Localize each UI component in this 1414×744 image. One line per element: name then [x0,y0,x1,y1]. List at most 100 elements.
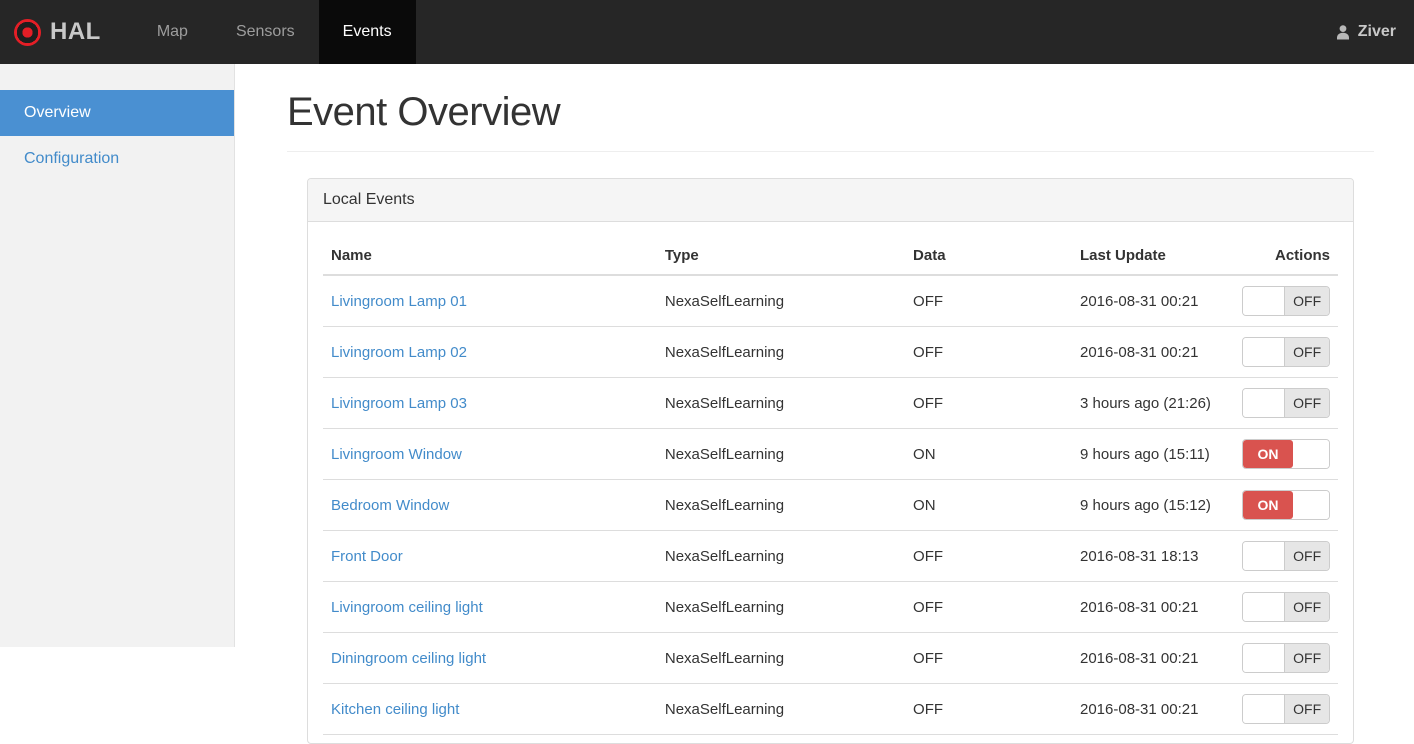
column-header-name: Name [323,237,657,275]
toggle-on-segment[interactable] [1243,287,1284,315]
table-row: Front DoorNexaSelfLearningOFF2016-08-31 … [323,531,1338,582]
toggle-on-segment[interactable] [1243,695,1284,723]
toggle-on-segment[interactable] [1243,389,1284,417]
device-name-link[interactable]: Kitchen ceiling light [331,701,459,718]
toggle-off-segment[interactable]: OFF [1284,542,1329,570]
nav-item-map[interactable]: Map [133,0,212,64]
table-row: Kitchen ceiling lightNexaSelfLearningOFF… [323,684,1338,735]
sidebar-item-configuration[interactable]: Configuration [0,136,234,182]
user-menu[interactable]: Ziver [1316,0,1414,64]
device-data-cell: OFF [905,275,1072,327]
device-type-cell: NexaSelfLearning [657,378,905,429]
last-update-cell: 2016-08-31 00:21 [1072,327,1234,378]
toggle-off-segment[interactable]: OFF [1284,593,1329,621]
sidebar-item-overview[interactable]: Overview [0,90,234,136]
main-nav: Map Sensors Events [133,0,416,64]
toggle-off-segment[interactable]: OFF [1284,644,1329,672]
last-update-cell: 9 hours ago (15:11) [1072,429,1234,480]
toggle-off-segment[interactable]: OFF [1284,389,1329,417]
toggle-on-segment[interactable] [1243,542,1284,570]
device-name-link[interactable]: Livingroom Lamp 02 [331,344,467,361]
brand[interactable]: HAL [0,0,119,64]
actions-cell: OFF [1234,633,1338,684]
power-toggle[interactable]: OFF [1242,643,1330,673]
device-data-cell: OFF [905,531,1072,582]
column-header-actions: Actions [1234,237,1338,275]
main-content: Event Overview Local Events Name Type Da… [235,64,1414,744]
sidebar: Overview Configuration [0,64,235,647]
toggle-on-segment[interactable] [1243,593,1284,621]
actions-cell: OFF [1234,378,1338,429]
device-type-cell: NexaSelfLearning [657,633,905,684]
device-type-cell: NexaSelfLearning [657,531,905,582]
person-icon [1334,23,1352,41]
device-data-cell: ON [905,480,1072,531]
power-toggle[interactable]: OFF [1242,388,1330,418]
power-toggle[interactable]: OFF [1242,337,1330,367]
column-header-type: Type [657,237,905,275]
table-row: Diningroom ceiling light NexaSelfLearning… [323,633,1338,684]
table-row: Livingroom ceiling light NexaSelfLearning… [323,582,1338,633]
table-row: Livingroom Lamp 01NexaSelfLearningOFF201… [323,275,1338,327]
nav-item-events[interactable]: Events [319,0,416,64]
toggle-on-segment[interactable] [1243,644,1284,672]
last-update-cell: 2016-08-31 00:21 [1072,684,1234,735]
last-update-cell: 2016-08-31 00:21 [1072,582,1234,633]
device-type-cell: NexaSelfLearning [657,275,905,327]
device-name-link[interactable]: Front Door [331,548,403,565]
table-row: Bedroom WindowNexaSelfLearningON9 hours … [323,480,1338,531]
table-row: Livingroom Lamp 02NexaSelfLearningOFF201… [323,327,1338,378]
toggle-on-segment[interactable] [1243,338,1284,366]
user-name: Ziver [1358,23,1396,41]
toggle-on-segment[interactable]: ON [1243,440,1293,468]
device-name-link[interactable]: Livingroom Lamp 01 [331,293,467,310]
device-name-link[interactable]: Livingroom Lamp 03 [331,395,467,412]
actions-cell: OFF [1234,582,1338,633]
power-toggle[interactable]: ON [1242,490,1330,520]
toggle-off-segment[interactable]: OFF [1284,338,1329,366]
device-data-cell: OFF [905,327,1072,378]
actions-cell: OFF [1234,275,1338,327]
device-name-link[interactable]: Diningroom ceiling light [331,650,486,667]
device-type-cell: NexaSelfLearning [657,480,905,531]
actions-cell: ON [1234,429,1338,480]
device-data-cell: OFF [905,684,1072,735]
power-toggle[interactable]: OFF [1242,694,1330,724]
actions-cell: ON [1234,480,1338,531]
hal-logo-icon [14,19,41,46]
device-type-cell: NexaSelfLearning [657,582,905,633]
actions-cell: OFF [1234,531,1338,582]
device-data-cell: OFF [905,633,1072,684]
events-table: Name Type Data Last Update Actions Livin… [323,237,1338,735]
power-toggle[interactable]: OFF [1242,592,1330,622]
toggle-off-segment[interactable]: OFF [1284,287,1329,315]
last-update-cell: 3 hours ago (21:26) [1072,378,1234,429]
brand-title: HAL [50,18,101,46]
device-name-link[interactable]: Livingroom ceiling light [331,599,483,616]
toggle-on-segment[interactable]: ON [1243,491,1293,519]
toggle-off-segment[interactable]: OFF [1284,695,1329,723]
page-header: Event Overview [287,90,1374,152]
device-name-link[interactable]: Bedroom Window [331,497,449,514]
nav-item-sensors[interactable]: Sensors [212,0,319,64]
device-data-cell: ON [905,429,1072,480]
table-header-row: Name Type Data Last Update Actions [323,237,1338,275]
toggle-off-segment[interactable] [1293,440,1329,468]
panel-body: Name Type Data Last Update Actions Livin… [308,222,1353,743]
toggle-off-segment[interactable] [1293,491,1329,519]
device-name-link[interactable]: Livingroom Window [331,446,462,463]
power-toggle[interactable]: ON [1242,439,1330,469]
actions-cell: OFF [1234,327,1338,378]
last-update-cell: 2016-08-31 00:21 [1072,275,1234,327]
device-data-cell: OFF [905,378,1072,429]
table-row: Livingroom WindowNexaSelfLearningON9 hou… [323,429,1338,480]
power-toggle[interactable]: OFF [1242,541,1330,571]
last-update-cell: 2016-08-31 00:21 [1072,633,1234,684]
power-toggle[interactable]: OFF [1242,286,1330,316]
device-type-cell: NexaSelfLearning [657,327,905,378]
last-update-cell: 2016-08-31 18:13 [1072,531,1234,582]
panel-title: Local Events [308,179,1353,222]
column-header-data: Data [905,237,1072,275]
local-events-panel: Local Events Name Type Data Last Update … [307,178,1354,744]
column-header-last-update: Last Update [1072,237,1234,275]
